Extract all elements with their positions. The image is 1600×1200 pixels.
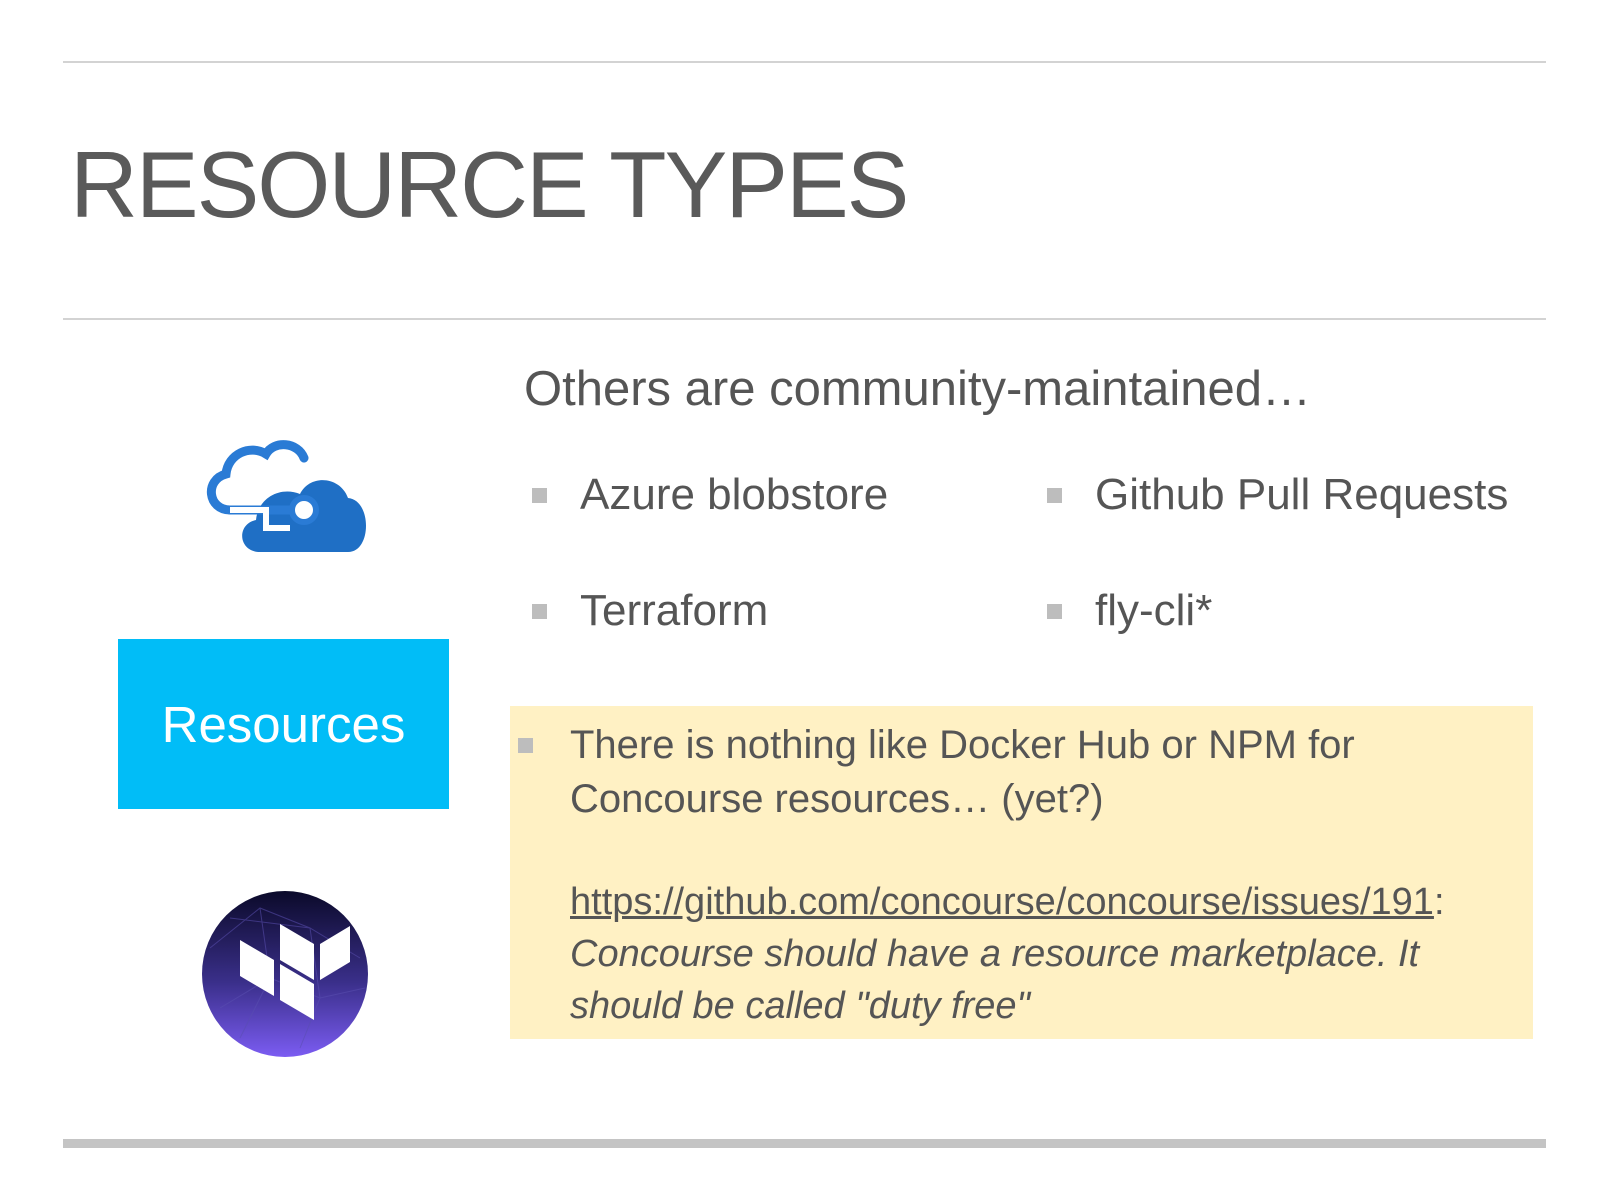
bullet-marker: [1047, 487, 1062, 503]
bullet-azure-blobstore: Azure blobstore: [532, 470, 888, 520]
note-quote-line: Concourse should have a resource marketp…: [570, 933, 1420, 975]
note-link-line: https://github.com/concourse/concourse/i…: [570, 876, 1445, 928]
bullet-marker: [532, 603, 547, 619]
note-reference: https://github.com/concourse/concourse/i…: [570, 876, 1445, 1032]
azure-cloud-icon: [206, 440, 366, 552]
note-text: There is nothing like Docker Hub or NPM …: [570, 718, 1355, 826]
bullet-marker: [518, 738, 533, 753]
bullet-text: Azure blobstore: [580, 470, 889, 519]
issue-link[interactable]: https://github.com/concourse/concourse/i…: [570, 881, 1434, 923]
bullet-marker: [532, 487, 547, 503]
slide-subtitle: Others are community-maintained…: [524, 362, 1312, 416]
title-divider: [63, 318, 1546, 320]
bottom-divider: [63, 1139, 1546, 1148]
terraform-logo: [202, 891, 368, 1057]
slide: RESOURCE TYPES Others are community-main…: [0, 0, 1600, 1200]
bullet-github-pull-requests: Github Pull Requests: [1047, 470, 1508, 520]
bullet-text: fly-cli*: [1095, 586, 1213, 635]
bullet-fly-cli: fly-cli*: [1047, 586, 1212, 636]
slide-title: RESOURCE TYPES: [70, 132, 909, 237]
resources-box: Resources: [118, 639, 449, 809]
note-line: Concourse resources… (yet?): [570, 777, 1104, 821]
resources-label: Resources: [161, 695, 406, 753]
bullet-text: Terraform: [580, 586, 769, 635]
bullet-marker: [1047, 603, 1062, 619]
top-divider: [63, 61, 1546, 63]
note-line: There is nothing like Docker Hub or NPM …: [570, 723, 1355, 767]
bullet-terraform: Terraform: [532, 586, 768, 636]
bullet-text: Github Pull Requests: [1095, 470, 1509, 519]
note-quote-line: should be called "duty free": [570, 985, 1031, 1027]
note-callout: There is nothing like Docker Hub or NPM …: [510, 706, 1533, 1039]
link-suffix: :: [1433, 881, 1445, 923]
